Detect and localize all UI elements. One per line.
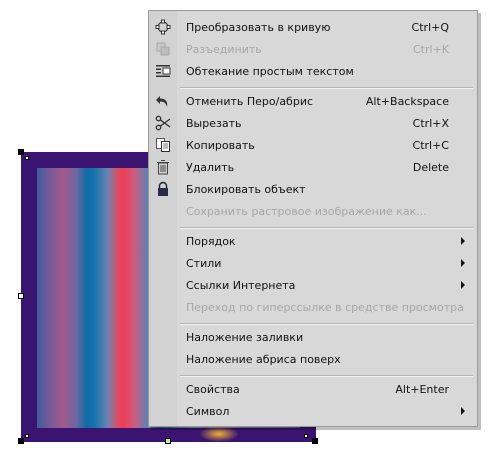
menu-separator — [180, 87, 473, 89]
menu-item-label: Переход по гиперссылке в средстве просмо… — [186, 300, 464, 314]
menu-item-label: Блокировать объект — [186, 182, 306, 196]
selection-handle-top-left[interactable] — [18, 149, 24, 155]
menu-item-lock-object[interactable]: Блокировать объект — [149, 178, 477, 200]
menu-item-styles[interactable]: Стили — [149, 252, 477, 274]
fill-highlight — [199, 426, 239, 442]
menu-item-delete[interactable]: Удалить Delete — [149, 156, 477, 178]
menu-item-internet-links[interactable]: Ссылки Интернета — [149, 274, 477, 296]
menu-item-text-wrap[interactable]: Обтекание простым текстом — [149, 60, 477, 82]
menu-item-label: Разъединить — [186, 42, 262, 56]
menu-item-cut[interactable]: Вырезать Ctrl+X — [149, 112, 477, 134]
submenu-arrow-icon — [461, 259, 465, 267]
menu-separator — [180, 375, 473, 377]
copy-icon — [149, 134, 177, 156]
menu-item-shortcut: Delete — [412, 160, 449, 174]
lock-icon — [149, 178, 177, 200]
menu-item-save-bitmap-as[interactable]: Сохранить растровое изображение как... — [149, 200, 477, 222]
node-handle-bottom-right[interactable] — [304, 434, 308, 438]
menu-item-convert-to-curve[interactable]: Преобразовать в кривую Ctrl+Q — [149, 16, 477, 38]
menu-item-label: Отменить Перо/абрис — [186, 94, 314, 108]
menu-item-label: Удалить — [186, 160, 235, 174]
scissors-icon — [149, 112, 177, 134]
menu-item-shortcut: Alt+Enter — [395, 382, 449, 396]
menu-item-shortcut: Ctrl+X — [412, 116, 449, 130]
menu-item-symbol[interactable]: Символ — [149, 400, 477, 422]
menu-item-shortcut: Ctrl+C — [412, 138, 449, 152]
text-wrap-icon — [149, 60, 177, 82]
undo-icon — [149, 90, 177, 112]
selection-handle-bottom-left[interactable] — [18, 438, 24, 444]
menu-item-label: Копировать — [186, 138, 255, 152]
menu-item-shortcut: Ctrl+K — [412, 42, 449, 56]
selection-handle-bottom-right[interactable] — [312, 438, 318, 444]
convert-to-curve-icon — [149, 16, 177, 38]
menu-separator — [180, 227, 473, 229]
selection-handle-middle-left[interactable] — [18, 293, 24, 299]
submenu-arrow-icon — [461, 237, 465, 245]
menu-item-label: Свойства — [186, 382, 240, 396]
menu-item-undo[interactable]: Отменить Перо/абрис Alt+Backspace — [149, 90, 477, 112]
menu-item-label: Сохранить растровое изображение как... — [186, 204, 427, 218]
node-handle-top-left[interactable] — [25, 156, 29, 160]
selection-handle-bottom-middle[interactable] — [165, 438, 171, 444]
menu-item-properties[interactable]: Свойства Alt+Enter — [149, 378, 477, 400]
menu-item-label: Наложение абриса поверх — [186, 352, 341, 366]
break-apart-icon — [149, 38, 177, 60]
menu-item-label: Символ — [186, 404, 230, 418]
node-handle-bottom-left[interactable] — [25, 434, 29, 438]
submenu-arrow-icon — [461, 407, 465, 415]
menu-item-label: Обтекание простым текстом — [186, 64, 354, 78]
menu-item-label: Преобразовать в кривую — [186, 20, 331, 34]
menu-item-label: Наложение заливки — [186, 330, 304, 344]
menu-item-order[interactable]: Порядок — [149, 230, 477, 252]
menu-item-label: Порядок — [186, 234, 236, 248]
menu-item-overprint-outline[interactable]: Наложение абриса поверх — [149, 348, 477, 370]
menu-item-label: Ссылки Интернета — [186, 278, 296, 292]
menu-item-overprint-fill[interactable]: Наложение заливки — [149, 326, 477, 348]
trash-icon — [149, 156, 177, 178]
context-menu: Преобразовать в кривую Ctrl+Q Разъединит… — [148, 10, 478, 427]
menu-item-shortcut: Alt+Backspace — [365, 94, 449, 108]
submenu-arrow-icon — [461, 281, 465, 289]
menu-item-follow-hyperlink[interactable]: Переход по гиперссылке в средстве просмо… — [149, 296, 477, 318]
menu-item-label: Вырезать — [186, 116, 242, 130]
menu-item-shortcut: Ctrl+Q — [411, 20, 449, 34]
menu-item-copy[interactable]: Копировать Ctrl+C — [149, 134, 477, 156]
menu-item-label: Стили — [186, 256, 222, 270]
menu-item-break-apart[interactable]: Разъединить Ctrl+K — [149, 38, 477, 60]
menu-separator — [180, 323, 473, 325]
